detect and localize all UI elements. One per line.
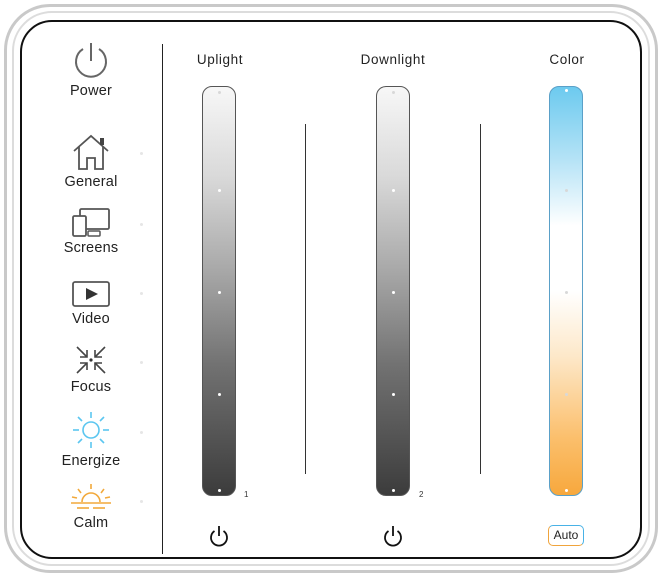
slider-tick: [392, 291, 395, 294]
downlight-slider[interactable]: [376, 86, 410, 496]
uplight-slider[interactable]: [202, 86, 236, 496]
slider-tick: [218, 393, 221, 396]
downlight-title: Downlight: [360, 52, 426, 67]
slider-tick: [565, 393, 568, 396]
sun-icon: [73, 412, 109, 448]
slider-tick: [392, 189, 395, 192]
slider-tick: [392, 393, 395, 396]
color-title: Color: [549, 52, 585, 67]
mode-video[interactable]: Video: [41, 280, 141, 327]
downlight-number: 2: [419, 490, 424, 499]
sunset-icon: [71, 484, 111, 509]
mode-general[interactable]: General: [41, 133, 141, 190]
mode-label: Screens: [63, 240, 119, 256]
uplight-power-button[interactable]: [208, 524, 230, 548]
mode-indicator-dot: [140, 223, 143, 226]
mode-label: General: [64, 174, 118, 190]
slider-tick: [565, 291, 568, 294]
uplight-title: Uplight: [196, 52, 244, 67]
mode-label: Calm: [73, 515, 109, 531]
mode-indicator-dot: [140, 361, 143, 364]
house-icon: [73, 134, 109, 170]
mode-indicator-dot: [140, 152, 143, 155]
mode-label: Video: [72, 311, 110, 327]
mode-calm[interactable]: Calm: [41, 482, 141, 531]
screens-icon: [72, 208, 110, 237]
mode-label: Power: [69, 83, 113, 99]
mode-label: Focus: [70, 379, 112, 395]
slider-tick: [392, 489, 395, 492]
slider-tick: [565, 89, 568, 92]
slider-tick: [218, 489, 221, 492]
mode-indicator-dot: [140, 431, 143, 434]
column-separator-2: [480, 124, 481, 474]
mode-label: Energize: [61, 453, 121, 469]
mode-power[interactable]: Power: [41, 40, 141, 99]
mode-indicator-dot: [140, 500, 143, 503]
slider-tick: [565, 189, 568, 192]
downlight-power-button[interactable]: [382, 524, 404, 548]
focus-arrows-icon: [76, 346, 106, 374]
mode-screens[interactable]: Screens: [41, 207, 141, 256]
power-icon: [75, 43, 107, 78]
play-icon: [72, 281, 110, 307]
slider-tick: [218, 189, 221, 192]
slider-tick: [218, 291, 221, 294]
mode-indicator-dot: [140, 292, 143, 295]
slider-tick: [392, 91, 395, 94]
color-slider[interactable]: [549, 86, 583, 496]
color-auto-button[interactable]: Auto: [548, 525, 584, 546]
slider-tick: [565, 489, 568, 492]
column-separator-1: [305, 124, 306, 474]
mode-energize[interactable]: Energize: [41, 410, 141, 469]
mode-focus[interactable]: Focus: [41, 344, 141, 395]
slider-tick: [218, 91, 221, 94]
sidebar-divider: [162, 44, 163, 554]
uplight-number: 1: [244, 490, 249, 499]
